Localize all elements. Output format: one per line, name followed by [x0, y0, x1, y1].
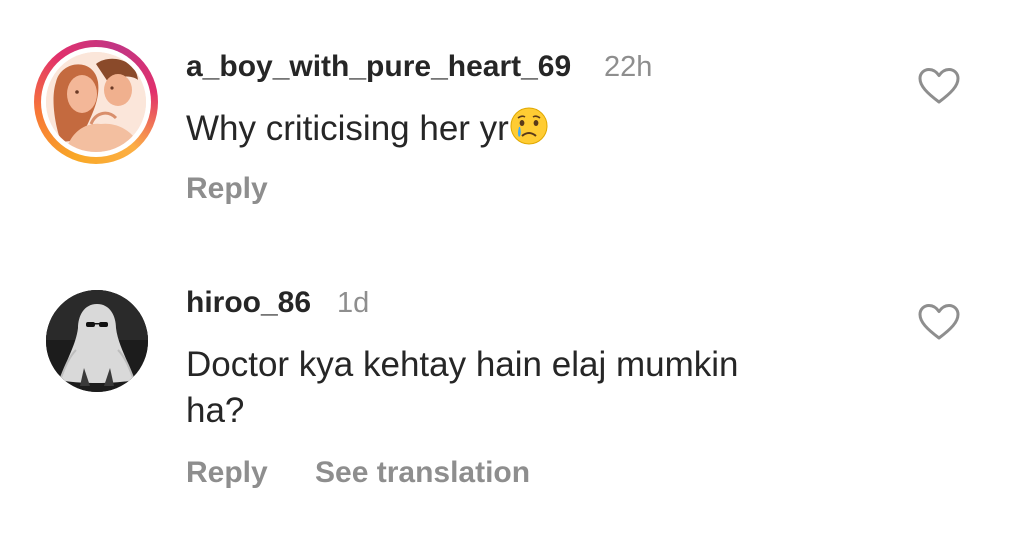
see-translation-button[interactable]: See translation	[315, 456, 530, 490]
comment-username[interactable]: a_boy_with_pure_heart_69	[186, 50, 571, 84]
crying-face-emoji	[510, 107, 548, 145]
reply-button[interactable]: Reply	[186, 456, 268, 490]
comment-item: hiroo_86 1d Doctor kya kehtay hain elaj …	[0, 250, 1024, 537]
comment-timestamp: 22h	[604, 51, 653, 83]
comment-text-line: Doctor kya kehtay hain elaj mumkin	[186, 345, 739, 384]
comment-item: a_boy_with_pure_heart_69 22h Why critici…	[0, 0, 1024, 250]
ghost-portrait-icon	[46, 290, 148, 392]
comment-text: Doctor kya kehtay hain elaj mumkin ha?	[186, 342, 846, 434]
like-heart-icon[interactable]	[917, 302, 961, 342]
story-ring[interactable]	[34, 40, 158, 164]
comment-timestamp: 1d	[337, 287, 370, 319]
comment-username[interactable]: hiroo_86	[186, 286, 311, 320]
avatar[interactable]	[46, 290, 148, 392]
couple-portrait-icon	[46, 52, 146, 152]
comment-text: Why criticising her yr	[186, 106, 846, 152]
avatar[interactable]	[46, 52, 146, 152]
like-heart-icon[interactable]	[917, 66, 961, 106]
comment-text-line: ha?	[186, 391, 245, 430]
reply-button[interactable]: Reply	[186, 172, 268, 206]
comment-text-content: Why criticising her yr	[186, 109, 509, 148]
